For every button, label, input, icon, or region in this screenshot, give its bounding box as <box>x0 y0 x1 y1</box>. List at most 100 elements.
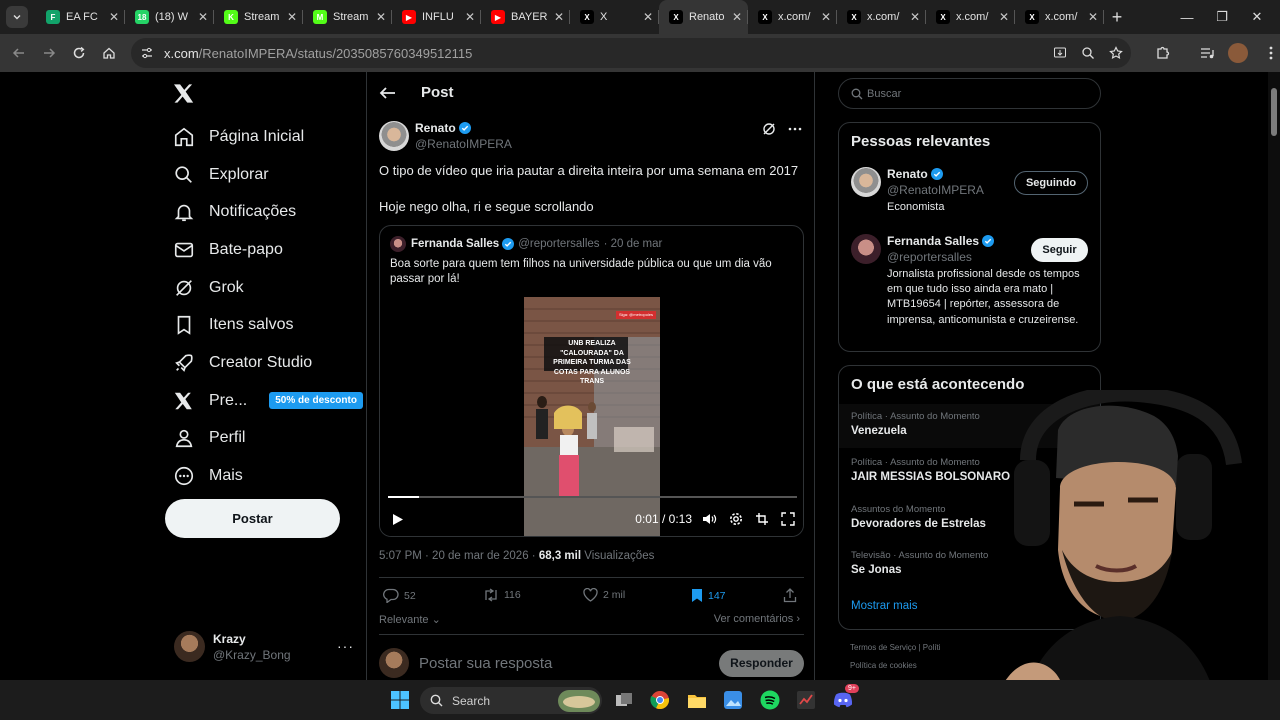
fullscreen-icon[interactable] <box>781 512 795 526</box>
nav-item[interactable]: Pre... 50% de desconto <box>172 382 363 420</box>
more-options-icon[interactable] <box>788 127 802 131</box>
extensions-button[interactable] <box>1148 38 1178 68</box>
video-player[interactable]: UNB REALIZA "CALOURADA" DA PRIMEIRA TURM… <box>380 296 803 536</box>
nav-item[interactable]: Notificações <box>172 193 363 231</box>
tab-close-icon[interactable]: ✕ <box>554 10 564 24</box>
zoom-icon[interactable] <box>1081 46 1095 60</box>
browser-tab[interactable]: K Stream ✕ <box>214 0 303 34</box>
reload-button[interactable] <box>64 38 94 68</box>
install-app-icon[interactable] <box>1053 46 1067 60</box>
browser-tab[interactable]: X X ✕ <box>570 0 659 34</box>
stocks-app-button[interactable] <box>793 687 819 713</box>
person-name[interactable]: Fernanda Salles <box>887 234 979 248</box>
account-more-icon[interactable]: ··· <box>337 638 354 654</box>
quoted-author-name[interactable]: Fernanda Salles <box>411 238 499 250</box>
nav-item[interactable]: Página Inicial <box>172 118 363 156</box>
reply-button[interactable]: Responder <box>719 649 804 677</box>
chrome-menu-button[interactable] <box>1256 38 1280 68</box>
nav-item[interactable]: Perfil <box>172 420 363 458</box>
browser-tab[interactable]: M Stream ✕ <box>303 0 392 34</box>
tab-close-icon[interactable]: ✕ <box>109 10 119 24</box>
photos-button[interactable] <box>720 687 746 713</box>
browser-tab[interactable]: Xx.com/ ✕ <box>926 0 1015 34</box>
taskbar-search[interactable]: Search <box>420 687 602 714</box>
start-button[interactable] <box>387 687 413 713</box>
post-button[interactable]: Postar <box>165 499 340 538</box>
repost-action[interactable]: 116 <box>483 588 521 602</box>
share-action[interactable] <box>783 588 797 603</box>
browser-tab[interactable]: 18 (18) W ✕ <box>125 0 214 34</box>
nav-item[interactable]: Mais <box>172 457 363 495</box>
view-comments-link[interactable]: Ver comentários › <box>714 613 800 625</box>
browser-tab[interactable]: ▶ INFLU ✕ <box>392 0 481 34</box>
reply-input[interactable]: Postar sua resposta <box>419 655 719 672</box>
tab-close-icon[interactable]: ✕ <box>1088 10 1098 24</box>
scrollbar-thumb[interactable] <box>1271 88 1277 136</box>
x-logo[interactable] <box>174 84 194 103</box>
quoted-author-avatar[interactable] <box>390 236 406 252</box>
tab-close-icon[interactable]: ✕ <box>465 10 475 24</box>
account-switcher[interactable]: Krazy @Krazy_Bong <box>174 631 291 662</box>
nav-item[interactable]: Grok <box>172 269 363 307</box>
tab-close-icon[interactable]: ✕ <box>643 10 653 24</box>
author-name[interactable]: Renato <box>415 121 456 135</box>
video-progress-bar[interactable] <box>388 496 797 498</box>
nav-item[interactable]: Bate-papo <box>172 231 363 269</box>
tab-close-icon[interactable]: ✕ <box>821 10 831 24</box>
back-button[interactable] <box>4 38 34 68</box>
discord-button[interactable]: 9+ <box>830 684 859 713</box>
person-avatar[interactable] <box>851 234 881 264</box>
quoted-author-handle[interactable]: @reportersalles <box>518 238 599 250</box>
quoted-post[interactable]: Fernanda Salles @reportersalles · 20 de … <box>379 225 804 537</box>
tab-close-icon[interactable]: ✕ <box>198 10 208 24</box>
premium-discount-badge[interactable]: 50% de desconto <box>269 392 363 410</box>
new-tab-button[interactable]: + <box>1104 4 1130 30</box>
person-avatar[interactable] <box>851 167 881 197</box>
tab-search-button[interactable] <box>6 6 28 28</box>
media-controls-button[interactable] <box>1192 38 1222 68</box>
browser-tab[interactable]: F EA FC ✕ <box>36 0 125 34</box>
address-bar[interactable]: x.com/RenatoIMPERA/status/20350857603495… <box>131 38 1131 68</box>
following-button[interactable]: Seguindo <box>1014 171 1088 195</box>
post-timestamp[interactable]: 5:07 PM · 20 de mar de 2026 · <box>379 550 536 562</box>
settings-gear-icon[interactable] <box>729 512 743 526</box>
tab-close-icon[interactable]: ✕ <box>999 10 1009 24</box>
profile-avatar[interactable] <box>1228 43 1248 63</box>
browser-tab[interactable]: Xx.com/ ✕ <box>748 0 837 34</box>
site-info-icon[interactable] <box>140 46 154 60</box>
chrome-taskbar-button[interactable] <box>647 687 673 713</box>
bookmark-star-icon[interactable] <box>1109 46 1123 60</box>
browser-tab[interactable]: Xx.com/ ✕ <box>1015 0 1104 34</box>
search-input[interactable]: Buscar <box>838 78 1101 109</box>
browser-tab[interactable]: Xx.com/ ✕ <box>837 0 926 34</box>
follow-button[interactable]: Seguir <box>1031 238 1088 262</box>
sort-replies-dropdown[interactable]: Relevante ⌄ <box>379 613 441 626</box>
footer-links[interactable]: Termos de Serviço | Políti <box>850 643 941 652</box>
task-view-button[interactable] <box>611 687 637 713</box>
nav-item[interactable]: Itens salvos <box>172 306 363 344</box>
browser-tab[interactable]: X Renato ✕ <box>659 0 748 34</box>
footer-cookies-link[interactable]: Política de cookies <box>850 661 917 670</box>
forward-button[interactable] <box>34 38 64 68</box>
close-window-button[interactable]: ✕ <box>1234 0 1280 34</box>
tab-close-icon[interactable]: ✕ <box>376 10 386 24</box>
nav-item[interactable]: Explorar <box>172 156 363 194</box>
post-author[interactable]: Renato @RenatoIMPERA <box>379 121 512 151</box>
back-arrow-icon[interactable] <box>379 86 397 100</box>
grok-icon[interactable] <box>762 122 776 136</box>
bookmark-action[interactable]: 147 <box>691 588 726 603</box>
tab-close-icon[interactable]: ✕ <box>910 10 920 24</box>
picture-in-picture-icon[interactable] <box>755 512 769 526</box>
volume-icon[interactable] <box>702 512 717 526</box>
spotify-button[interactable] <box>757 687 783 713</box>
browser-tab[interactable]: ▶ BAYER ✕ <box>481 0 570 34</box>
tab-close-icon[interactable]: ✕ <box>732 10 742 24</box>
tab-close-icon[interactable]: ✕ <box>287 10 297 24</box>
reply-action[interactable]: 52 <box>383 588 416 603</box>
play-icon[interactable] <box>392 513 404 526</box>
author-handle[interactable]: @RenatoIMPERA <box>415 137 512 151</box>
quoted-post-date[interactable]: · 20 de mar <box>604 238 663 250</box>
author-avatar[interactable] <box>379 121 409 151</box>
show-more-link[interactable]: Mostrar mais <box>851 600 917 612</box>
person-name[interactable]: Renato <box>887 167 928 181</box>
